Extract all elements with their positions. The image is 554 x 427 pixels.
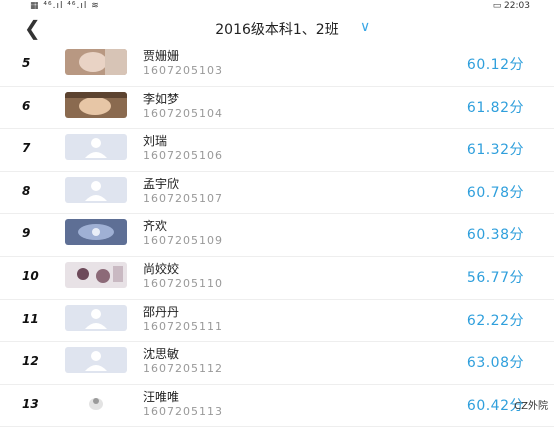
watermark: CZ外院 [514,401,548,412]
score: 61.32分 [466,142,524,159]
avatar [65,261,127,288]
student-name: 邵丹丹 [143,304,180,319]
student-id: 1607205109 [143,234,223,248]
list-item[interactable]: 6 李如梦 1607205104 61.82分 [0,87,554,130]
avatar [65,49,127,75]
rank: 10 [22,268,39,283]
default-avatar-icon [65,347,127,374]
header: ❮ 2016级本科1、2班 ∨ [0,14,554,44]
rank: 7 [22,141,31,156]
default-avatar-icon [65,176,127,203]
list-item[interactable]: 13 汪唯唯 1607205113 60.42分 [0,385,554,427]
list-item[interactable]: 10 尚姣姣 1607205110 56.77分 [0,257,554,300]
list-item[interactable]: 8 孟宇欣 1607205107 60.78分 [0,172,554,215]
student-list: 5 贾姗姗 1607205103 60.12分 6 李如梦 1607205104… [0,44,554,427]
battery-clock: ▭ 22:03 [492,1,530,11]
avatar [65,91,127,118]
default-avatar-icon [65,134,127,161]
score: 60.78分 [466,184,524,201]
student-name: 贾姗姗 [143,49,180,63]
rank: 6 [22,98,31,113]
page-title: 2016级本科1、2班 [215,22,339,38]
rank: 13 [22,396,39,411]
score: 61.82分 [466,99,524,116]
score: 62.22分 [466,312,524,329]
student-name: 汪唯唯 [143,389,180,404]
rank: 9 [22,226,31,241]
default-avatar-icon [65,304,127,331]
student-id: 1607205107 [143,191,223,205]
list-item[interactable]: 12 沈思敏 1607205112 63.08分 [0,342,554,385]
signal-icons: ▦ ⁴⁶.ıl ⁴⁶.ıl ≋ [30,1,100,11]
list-item[interactable]: 9 齐欢 1607205109 60.38分 [0,214,554,257]
score: 56.77分 [466,269,524,286]
rank: 8 [22,183,31,198]
student-name: 尚姣姣 [143,261,180,276]
student-id: 1607205110 [143,276,223,290]
score: 60.38分 [466,227,524,244]
avatar [65,219,127,246]
rank: 5 [22,56,31,70]
student-id: 1607205111 [143,319,223,333]
score: 63.08分 [466,355,524,372]
avatar [65,389,127,416]
student-name: 李如梦 [143,91,180,106]
student-id: 1607205104 [143,106,223,120]
rank: 12 [22,354,39,369]
status-bar: ▦ ⁴⁶.ıl ⁴⁶.ıl ≋ ▭ 22:03 [0,0,554,14]
student-id: 1607205106 [143,149,223,163]
list-item[interactable]: 11 邵丹丹 1607205111 62.22分 [0,300,554,343]
chevron-down-icon[interactable]: ∨ [360,19,370,35]
score: 60.12分 [466,57,524,73]
list-item[interactable]: 7 刘瑞 1607205106 61.32分 [0,129,554,172]
student-name: 孟宇欣 [143,176,180,191]
student-id: 1607205112 [143,362,223,376]
student-id: 1607205103 [143,64,223,77]
student-name: 齐欢 [143,219,168,234]
list-item[interactable]: 5 贾姗姗 1607205103 60.12分 [0,44,554,87]
student-name: 刘瑞 [143,134,168,149]
student-name: 沈思敏 [143,347,180,362]
rank: 11 [22,311,39,326]
